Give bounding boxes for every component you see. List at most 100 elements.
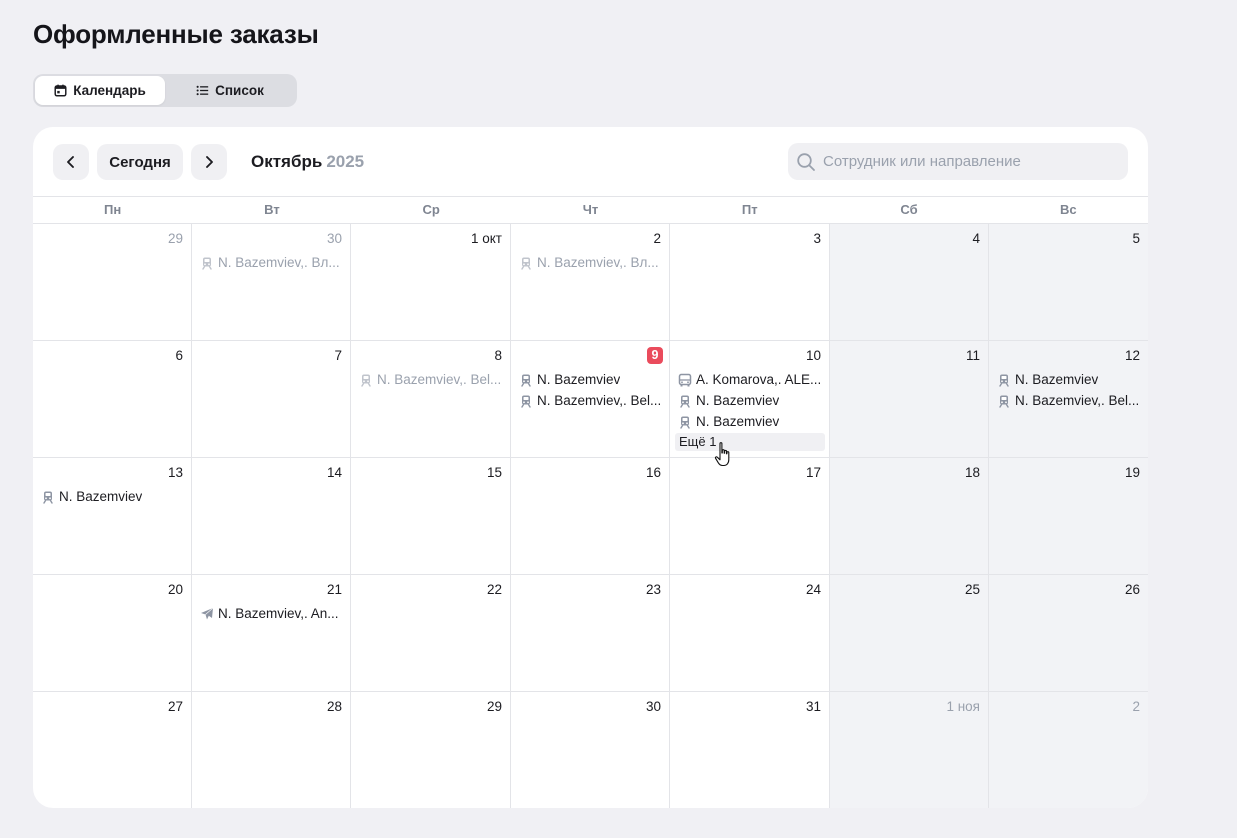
page-title: Оформленные заказы (33, 19, 319, 49)
day-cell[interactable]: 26 (989, 575, 1148, 692)
day-number: 31 (805, 699, 821, 714)
day-cell[interactable]: 27 (33, 692, 192, 808)
day-cell[interactable]: 8 N. Bazemviev,. Bel... (351, 341, 511, 458)
day-number: 22 (486, 582, 502, 597)
day-cell[interactable]: 2 (989, 692, 1148, 808)
day-cell[interactable]: 6 (33, 341, 192, 458)
calendar-grid: 29 30 N. Bazemviev,. Вл... 1 окт 2 N. Bazemvi… (33, 224, 1148, 808)
day-cell[interactable]: 23 (511, 575, 670, 692)
day-number: 1 ноя (946, 699, 980, 714)
day-cell[interactable]: 5 (989, 224, 1148, 341)
bus-icon (678, 373, 692, 386)
chevron-right-icon (206, 156, 213, 168)
day-cell[interactable]: 10 A. Komarova,. ALE... N. Bazemviev N. Baz… (670, 341, 830, 458)
day-number: 23 (645, 582, 661, 597)
month-year-label: Октябрь 2025 (251, 152, 364, 172)
day-cell[interactable]: 31 (670, 692, 830, 808)
day-number: 6 (175, 348, 183, 363)
day-cell[interactable]: 30 (511, 692, 670, 808)
event-label: N. Bazemviev,. An... (218, 606, 339, 621)
day-number: 29 (486, 699, 502, 714)
search-input[interactable] (823, 153, 1123, 170)
calendar-event[interactable]: N. Bazemviev (670, 390, 829, 411)
day-cell[interactable]: 9 N. Bazemviev N. Bazemviev,. Bel... (511, 341, 670, 458)
day-cell[interactable]: 1 окт (351, 224, 511, 341)
list-view-label: Список (215, 83, 264, 98)
day-cell[interactable]: 14 (192, 458, 351, 575)
calendar-event[interactable]: N. Bazemviev (33, 486, 191, 507)
day-cell[interactable]: 20 (33, 575, 192, 692)
day-cell[interactable]: 25 (830, 575, 989, 692)
calendar-event[interactable]: A. Komarova,. ALE... (670, 369, 829, 390)
calendar-toolbar: Сегодня Октябрь 2025 (33, 127, 1148, 197)
day-cell[interactable]: 7 (192, 341, 351, 458)
train-icon (43, 491, 53, 504)
event-label: N. Bazemviev (696, 393, 780, 408)
event-label: N. Bazemviev,. Bel... (537, 393, 662, 408)
calendar-event[interactable]: N. Bazemviev,. Bel... (989, 390, 1148, 411)
day-number: 14 (326, 465, 342, 480)
day-number: 3 (813, 231, 821, 246)
calendar-event[interactable]: N. Bazemviev,. Вл... (511, 252, 669, 273)
day-cell[interactable]: 2 N. Bazemviev,. Вл... (511, 224, 670, 341)
today-button[interactable]: Сегодня (97, 144, 183, 180)
event-label: N. Bazemviev (696, 414, 780, 429)
day-cell[interactable]: 22 (351, 575, 511, 692)
day-cell[interactable]: 17 (670, 458, 830, 575)
day-number: 21 (326, 582, 342, 597)
day-cell[interactable]: 15 (351, 458, 511, 575)
day-cell[interactable]: 13 N. Bazemviev (33, 458, 192, 575)
prev-month-button[interactable] (53, 144, 89, 180)
show-more-events-button[interactable]: Ещё 1 (675, 433, 825, 451)
weekday-header: Пн Вт Ср Чт Пт Сб Вс (33, 196, 1148, 224)
train-icon (521, 374, 531, 387)
day-cell[interactable]: 3 (670, 224, 830, 341)
day-cell[interactable]: 11 (830, 341, 989, 458)
train-icon (361, 374, 371, 387)
day-cell[interactable]: 29 (33, 224, 192, 341)
day-cell[interactable]: 18 (830, 458, 989, 575)
day-number: 18 (964, 465, 980, 480)
list-view-button[interactable]: Список (165, 76, 295, 105)
day-number: 10 (805, 348, 821, 363)
event-list: N. Bazemviev,. Вл... (511, 252, 669, 273)
calendar-event[interactable]: N. Bazemviev (989, 369, 1148, 390)
day-cell[interactable]: 1 ноя (830, 692, 989, 808)
calendar-event[interactable]: N. Bazemviev,. An... (192, 603, 350, 624)
day-cell[interactable]: 4 (830, 224, 989, 341)
calendar-icon (54, 84, 67, 97)
day-number: 26 (1124, 582, 1140, 597)
event-label: A. Komarova,. ALE... (696, 372, 822, 387)
day-cell[interactable]: 19 (989, 458, 1148, 575)
day-number: 12 (1124, 348, 1140, 363)
event-label: N. Bazemviev,. Bel... (377, 372, 502, 387)
weekday-label: Вс (1060, 202, 1077, 217)
view-toggle: Календарь Список (33, 74, 297, 107)
day-number: 28 (326, 699, 342, 714)
calendar-view-label: Календарь (73, 83, 146, 98)
day-number: 19 (1124, 465, 1140, 480)
day-cell[interactable]: 21 N. Bazemviev,. An... (192, 575, 351, 692)
weekday-label: Чт (582, 202, 599, 217)
calendar-card: Сегодня Октябрь2025 ПнВтСрЧтПтСбВс 2930N… (33, 127, 1148, 808)
calendar-event[interactable]: N. Bazemviev,. Bel... (511, 390, 669, 411)
calendar-event[interactable]: N. Bazemviev,. Bel... (351, 369, 510, 390)
calendar-event[interactable]: N. Bazemviev (511, 369, 669, 390)
event-list: N. Bazemviev N. Bazemviev,. Bel... (989, 369, 1148, 411)
day-cell[interactable]: 30 N. Bazemviev,. Вл... (192, 224, 351, 341)
event-list: N. Bazemviev,. Вл... (192, 252, 350, 273)
day-number: 17 (805, 465, 821, 480)
day-cell[interactable]: 12 N. Bazemviev N. Bazemviev,. Bel... (989, 341, 1148, 458)
next-month-button[interactable] (191, 144, 227, 180)
day-cell[interactable]: 29 (351, 692, 511, 808)
day-cell[interactable]: 24 (670, 575, 830, 692)
calendar-event[interactable]: N. Bazemviev (670, 411, 829, 432)
event-list: N. Bazemviev,. An... (192, 603, 350, 624)
day-cell[interactable]: 16 (511, 458, 670, 575)
day-number: 2 (1132, 699, 1140, 714)
day-cell[interactable]: 28 (192, 692, 351, 808)
calendar-view-button[interactable]: Календарь (35, 76, 165, 105)
train-icon (999, 374, 1009, 387)
day-number: 27 (167, 699, 183, 714)
calendar-event[interactable]: N. Bazemviev,. Вл... (192, 252, 350, 273)
